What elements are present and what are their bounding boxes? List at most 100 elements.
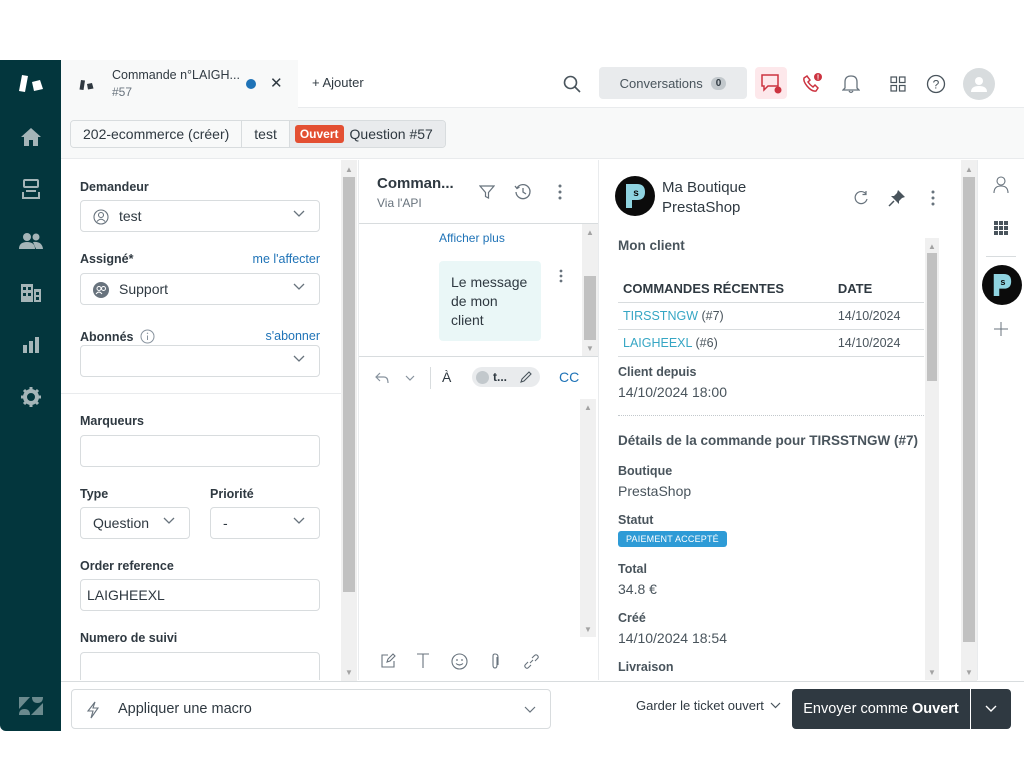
tags-input[interactable] bbox=[80, 435, 320, 467]
breadcrumb-ticket[interactable]: Ouvert Question #57 bbox=[289, 121, 445, 147]
reporting-icon[interactable] bbox=[0, 325, 61, 365]
apply-macro-select[interactable]: Appliquer une macro bbox=[71, 689, 551, 729]
follow-link[interactable]: s'abonner bbox=[265, 329, 320, 343]
tracking-number-input[interactable] bbox=[80, 652, 320, 680]
apps-grid-icon[interactable] bbox=[883, 69, 913, 99]
scroll-up-arrow[interactable]: ▲ bbox=[341, 162, 357, 176]
order-reference-label: Order reference bbox=[80, 559, 174, 573]
app-panel-scrollbar[interactable]: ▲ ▼ bbox=[961, 160, 977, 681]
scroll-thumb[interactable] bbox=[584, 276, 596, 340]
left-panel-scrollbar[interactable]: ▲ ▼ bbox=[341, 160, 357, 681]
scroll-down-arrow[interactable]: ▼ bbox=[582, 341, 598, 355]
assignee-select[interactable]: Support bbox=[80, 273, 320, 305]
keep-ticket-open-dropdown[interactable]: Garder le ticket ouvert bbox=[636, 698, 781, 713]
scroll-down-arrow[interactable]: ▼ bbox=[961, 665, 977, 679]
type-value: Question bbox=[93, 515, 150, 531]
customer-context-icon[interactable] bbox=[986, 170, 1016, 200]
help-icon[interactable]: ? bbox=[921, 69, 951, 99]
scroll-thumb[interactable] bbox=[927, 253, 937, 381]
chevron-down-icon bbox=[163, 517, 175, 524]
apps-icon[interactable] bbox=[986, 213, 1016, 243]
submit-options-button[interactable] bbox=[971, 689, 1011, 729]
edit-pencil-icon[interactable] bbox=[519, 370, 533, 384]
top-bar: Commande n°LAIGH... #57 ✕ + Ajouter Conv… bbox=[61, 60, 1024, 108]
thread-scrollbar[interactable]: ▲ ▼ bbox=[582, 224, 598, 356]
submit-label: Envoyer comme bbox=[803, 701, 908, 717]
order-link[interactable]: TIRSSTNGW bbox=[623, 309, 698, 323]
add-app-plus-icon[interactable] bbox=[986, 314, 1016, 344]
assign-to-me-link[interactable]: me l'affecter bbox=[253, 252, 320, 266]
conversations-button[interactable]: Conversations 0 bbox=[599, 67, 747, 99]
breadcrumb-requester[interactable]: test bbox=[242, 121, 290, 147]
apply-macro-label: Appliquer une macro bbox=[118, 701, 252, 717]
order-reference-input[interactable]: LAIGHEEXL bbox=[80, 579, 320, 611]
customers-icon[interactable] bbox=[0, 221, 61, 261]
more-options-icon[interactable] bbox=[545, 177, 575, 207]
zendesk-product-icon[interactable] bbox=[0, 686, 61, 726]
scroll-thumb[interactable] bbox=[343, 177, 355, 592]
type-select[interactable]: Question bbox=[80, 507, 190, 539]
header-divider bbox=[359, 223, 598, 224]
app-name: Ma Boutique PrestaShop bbox=[662, 178, 746, 218]
scroll-down-arrow[interactable]: ▼ bbox=[341, 665, 357, 679]
app-options-icon[interactable] bbox=[918, 183, 948, 213]
order-link[interactable]: LAIGHEEXL bbox=[623, 336, 692, 350]
chat-status-button[interactable] bbox=[755, 67, 787, 99]
scroll-down-arrow[interactable]: ▼ bbox=[925, 665, 939, 679]
requester-value: test bbox=[119, 208, 142, 224]
organizations-icon[interactable] bbox=[0, 273, 61, 313]
user-avatar[interactable] bbox=[963, 68, 995, 100]
search-icon[interactable] bbox=[557, 69, 587, 99]
message-options-icon[interactable] bbox=[546, 261, 576, 291]
scroll-up-arrow[interactable]: ▲ bbox=[961, 162, 977, 176]
show-more-link[interactable]: Afficher plus bbox=[439, 231, 505, 245]
close-tab-icon[interactable]: ✕ bbox=[270, 74, 283, 92]
app-inner-scrollbar[interactable]: ▲ ▼ bbox=[925, 238, 939, 680]
followers-select[interactable] bbox=[80, 345, 320, 377]
pin-icon[interactable] bbox=[882, 183, 912, 213]
app-window: Commande n°LAIGH... #57 ✕ + Ajouter Conv… bbox=[0, 60, 1024, 731]
link-icon[interactable] bbox=[516, 646, 546, 676]
views-icon[interactable] bbox=[0, 169, 61, 209]
emoji-icon[interactable] bbox=[444, 646, 474, 676]
followers-label-text: Abonnés bbox=[80, 330, 134, 344]
scroll-thumb[interactable] bbox=[963, 177, 975, 642]
breadcrumb-organization[interactable]: 202-ecommerce (créer) bbox=[71, 121, 243, 147]
reply-type-chevron-icon[interactable] bbox=[395, 363, 425, 393]
scroll-up-arrow[interactable]: ▲ bbox=[582, 225, 598, 239]
reply-editor[interactable] bbox=[359, 399, 581, 639]
settings-gear-icon[interactable] bbox=[0, 377, 61, 417]
chat-icon bbox=[761, 74, 782, 94]
filter-icon[interactable] bbox=[472, 177, 502, 207]
editor-scrollbar[interactable]: ▲ ▼ bbox=[580, 399, 596, 637]
scroll-up-arrow[interactable]: ▲ bbox=[925, 239, 939, 253]
attachment-icon[interactable] bbox=[480, 646, 510, 676]
refresh-icon[interactable] bbox=[846, 183, 876, 213]
scroll-up-arrow[interactable]: ▲ bbox=[580, 400, 596, 414]
cc-link[interactable]: CC bbox=[559, 369, 579, 385]
prestashop-app-icon[interactable]: s bbox=[982, 265, 1022, 305]
compose-icon[interactable] bbox=[373, 646, 403, 676]
chevron-down-icon bbox=[524, 706, 536, 713]
reply-icon[interactable] bbox=[367, 363, 397, 393]
conversation-panel: Comman... Via l'API Afficher plus Le mes… bbox=[358, 160, 598, 680]
priority-select[interactable]: - bbox=[210, 507, 320, 539]
add-tab-button[interactable]: + Ajouter bbox=[312, 75, 364, 90]
history-icon[interactable] bbox=[508, 177, 538, 207]
zendesk-logo-icon[interactable] bbox=[0, 64, 61, 104]
conversation-title: Comman... bbox=[377, 175, 454, 192]
recipient-name: t... bbox=[493, 370, 507, 384]
add-tab-label: Ajouter bbox=[322, 75, 364, 90]
text-format-icon[interactable] bbox=[408, 646, 438, 676]
phone-icon[interactable]: ! bbox=[797, 69, 827, 99]
notifications-bell-icon[interactable] bbox=[836, 69, 866, 99]
requester-label: Demandeur bbox=[80, 180, 149, 194]
home-icon[interactable] bbox=[0, 117, 61, 157]
requester-select[interactable]: test bbox=[80, 200, 320, 232]
info-icon[interactable] bbox=[140, 329, 155, 344]
ticket-tab[interactable]: Commande n°LAIGH... #57 ✕ bbox=[61, 60, 298, 108]
submit-button[interactable]: Envoyer comme Ouvert bbox=[792, 689, 970, 729]
conversations-label: Conversations bbox=[619, 75, 703, 91]
recipient-pill[interactable]: t... bbox=[472, 367, 540, 387]
scroll-down-arrow[interactable]: ▼ bbox=[580, 622, 596, 636]
